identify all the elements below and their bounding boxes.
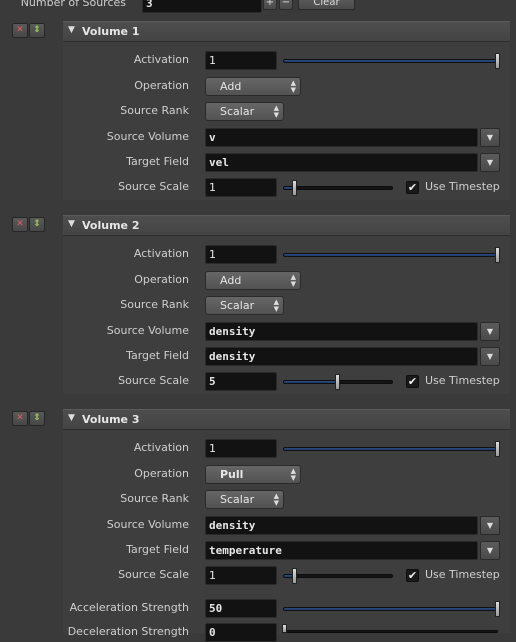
- duplicate-volume-1-icon[interactable]: ⇕: [29, 23, 45, 38]
- activation-field[interactable]: 1: [205, 439, 277, 458]
- activation-field[interactable]: 1: [205, 51, 277, 70]
- volume-2-title: Volume 2: [82, 219, 140, 232]
- remove-volume-1-icon[interactable]: ✕: [12, 23, 28, 38]
- source-rank-menu[interactable]: Scalar ▲ ▼: [205, 102, 284, 121]
- use-timestep-checkbox[interactable]: ✔: [406, 375, 419, 388]
- activation-slider-track[interactable]: [283, 253, 498, 257]
- source-volume-field[interactable]: density: [205, 322, 478, 341]
- activation-label: Activation: [133, 441, 189, 454]
- target-field-label: Target Field: [126, 349, 189, 362]
- use-timestep-checkbox[interactable]: ✔: [406, 569, 419, 582]
- operation-value: Add: [220, 80, 242, 93]
- activation-slider-thumb[interactable]: [495, 53, 500, 69]
- source-volume-label: Source Volume: [106, 324, 189, 337]
- menu-arrows-icon: ▲ ▼: [273, 492, 279, 507]
- clear-button[interactable]: Clear: [298, 0, 355, 10]
- menu-arrows-icon: ▲ ▼: [290, 273, 296, 288]
- number-of-sources-label: Number of Sources: [20, 0, 126, 9]
- operation-menu[interactable]: Add ▲ ▼: [205, 271, 301, 290]
- acceleration-strength-field[interactable]: 50: [205, 599, 277, 618]
- target-field-field[interactable]: density: [205, 347, 478, 366]
- source-scale-label: Source Scale: [118, 374, 189, 387]
- activation-label: Activation: [133, 53, 189, 66]
- duplicate-volume-2-icon[interactable]: ⇕: [29, 217, 45, 232]
- source-volume-field[interactable]: v: [205, 128, 478, 147]
- volume-2-header[interactable]: ▼ Volume 2: [63, 215, 510, 236]
- acceleration-strength-label: Acceleration Strength: [69, 601, 189, 614]
- source-scale-label: Source Scale: [118, 568, 189, 581]
- volume-1-header[interactable]: ▼ Volume 1: [63, 21, 510, 42]
- number-of-sources-field[interactable]: 3: [142, 0, 262, 13]
- activation-field[interactable]: 1: [205, 245, 277, 264]
- target-field-field[interactable]: vel: [205, 153, 478, 172]
- source-rank-value: Scalar: [220, 493, 255, 506]
- source-volume-dropdown-icon[interactable]: ▼: [480, 128, 500, 147]
- remove-volume-3-icon[interactable]: ✕: [12, 411, 28, 426]
- source-scale-slider-thumb[interactable]: [292, 568, 297, 584]
- activation-slider-thumb[interactable]: [495, 441, 500, 457]
- acceleration-strength-slider-track[interactable]: [283, 607, 498, 611]
- source-rank-label: Source Rank: [120, 298, 189, 311]
- source-scale-slider-track[interactable]: [283, 186, 393, 190]
- collapse-triangle-icon[interactable]: ▼: [68, 413, 75, 423]
- operation-value: Add: [220, 274, 242, 287]
- activation-slider-thumb[interactable]: [495, 247, 500, 263]
- source-rank-menu[interactable]: Scalar ▲ ▼: [205, 296, 284, 315]
- target-field-dropdown-icon[interactable]: ▼: [480, 153, 500, 172]
- use-timestep-label: Use Timestep: [425, 374, 500, 387]
- menu-arrows-icon: ▲ ▼: [290, 467, 296, 482]
- target-field-dropdown-icon[interactable]: ▼: [480, 347, 500, 366]
- source-scale-field[interactable]: 5: [205, 372, 277, 391]
- use-timestep-checkbox[interactable]: ✔: [406, 181, 419, 194]
- operation-label: Operation: [134, 467, 189, 480]
- source-volume-label: Source Volume: [106, 130, 189, 143]
- target-field-label: Target Field: [126, 543, 189, 556]
- source-rank-value: Scalar: [220, 299, 255, 312]
- remove-volume-2-icon[interactable]: ✕: [12, 217, 28, 232]
- source-scale-slider-thumb[interactable]: [292, 180, 297, 196]
- deceleration-strength-slider-thumb[interactable]: [282, 624, 287, 633]
- source-scale-slider-thumb[interactable]: [335, 374, 340, 390]
- operation-menu[interactable]: Pull ▲ ▼: [205, 465, 301, 484]
- duplicate-volume-3-icon[interactable]: ⇕: [29, 411, 45, 426]
- menu-arrows-icon: ▲ ▼: [273, 104, 279, 119]
- operation-label: Operation: [134, 79, 189, 92]
- source-rank-label: Source Rank: [120, 104, 189, 117]
- target-field-field[interactable]: temperature: [205, 541, 478, 560]
- operation-label: Operation: [134, 273, 189, 286]
- activation-slider-track[interactable]: [283, 447, 498, 451]
- deceleration-strength-label: Deceleration Strength: [67, 625, 189, 638]
- source-scale-slider-track[interactable]: [283, 574, 393, 578]
- activation-label: Activation: [133, 247, 189, 260]
- source-scale-slider-fill: [284, 381, 338, 383]
- use-timestep-label: Use Timestep: [425, 568, 500, 581]
- source-volume-dropdown-icon[interactable]: ▼: [480, 322, 500, 341]
- volume-3-title: Volume 3: [82, 413, 140, 426]
- volume-3-header[interactable]: ▼ Volume 3: [63, 409, 510, 430]
- source-rank-value: Scalar: [220, 105, 255, 118]
- activation-slider-track[interactable]: [283, 59, 498, 63]
- menu-arrows-icon: ▲ ▼: [290, 79, 296, 94]
- menu-arrows-icon: ▲ ▼: [273, 298, 279, 313]
- operation-value: Pull: [220, 468, 244, 481]
- source-volume-label: Source Volume: [106, 518, 189, 531]
- source-volume-field[interactable]: density: [205, 516, 478, 535]
- target-field-dropdown-icon[interactable]: ▼: [480, 541, 500, 560]
- add-source-button[interactable]: +: [263, 0, 277, 10]
- collapse-triangle-icon[interactable]: ▼: [68, 25, 75, 35]
- acceleration-strength-slider-thumb[interactable]: [495, 601, 500, 617]
- source-scale-field[interactable]: 1: [205, 566, 277, 585]
- source-scale-label: Source Scale: [118, 180, 189, 193]
- operation-menu[interactable]: Add ▲ ▼: [205, 77, 301, 96]
- source-volume-dropdown-icon[interactable]: ▼: [480, 516, 500, 535]
- remove-source-button[interactable]: −: [279, 0, 293, 10]
- source-rank-menu[interactable]: Scalar ▲ ▼: [205, 490, 284, 509]
- collapse-triangle-icon[interactable]: ▼: [68, 219, 75, 229]
- use-timestep-label: Use Timestep: [425, 180, 500, 193]
- source-rank-label: Source Rank: [120, 492, 189, 505]
- source-scale-field[interactable]: 1: [205, 178, 277, 197]
- volume-1-title: Volume 1: [82, 25, 140, 38]
- target-field-label: Target Field: [126, 155, 189, 168]
